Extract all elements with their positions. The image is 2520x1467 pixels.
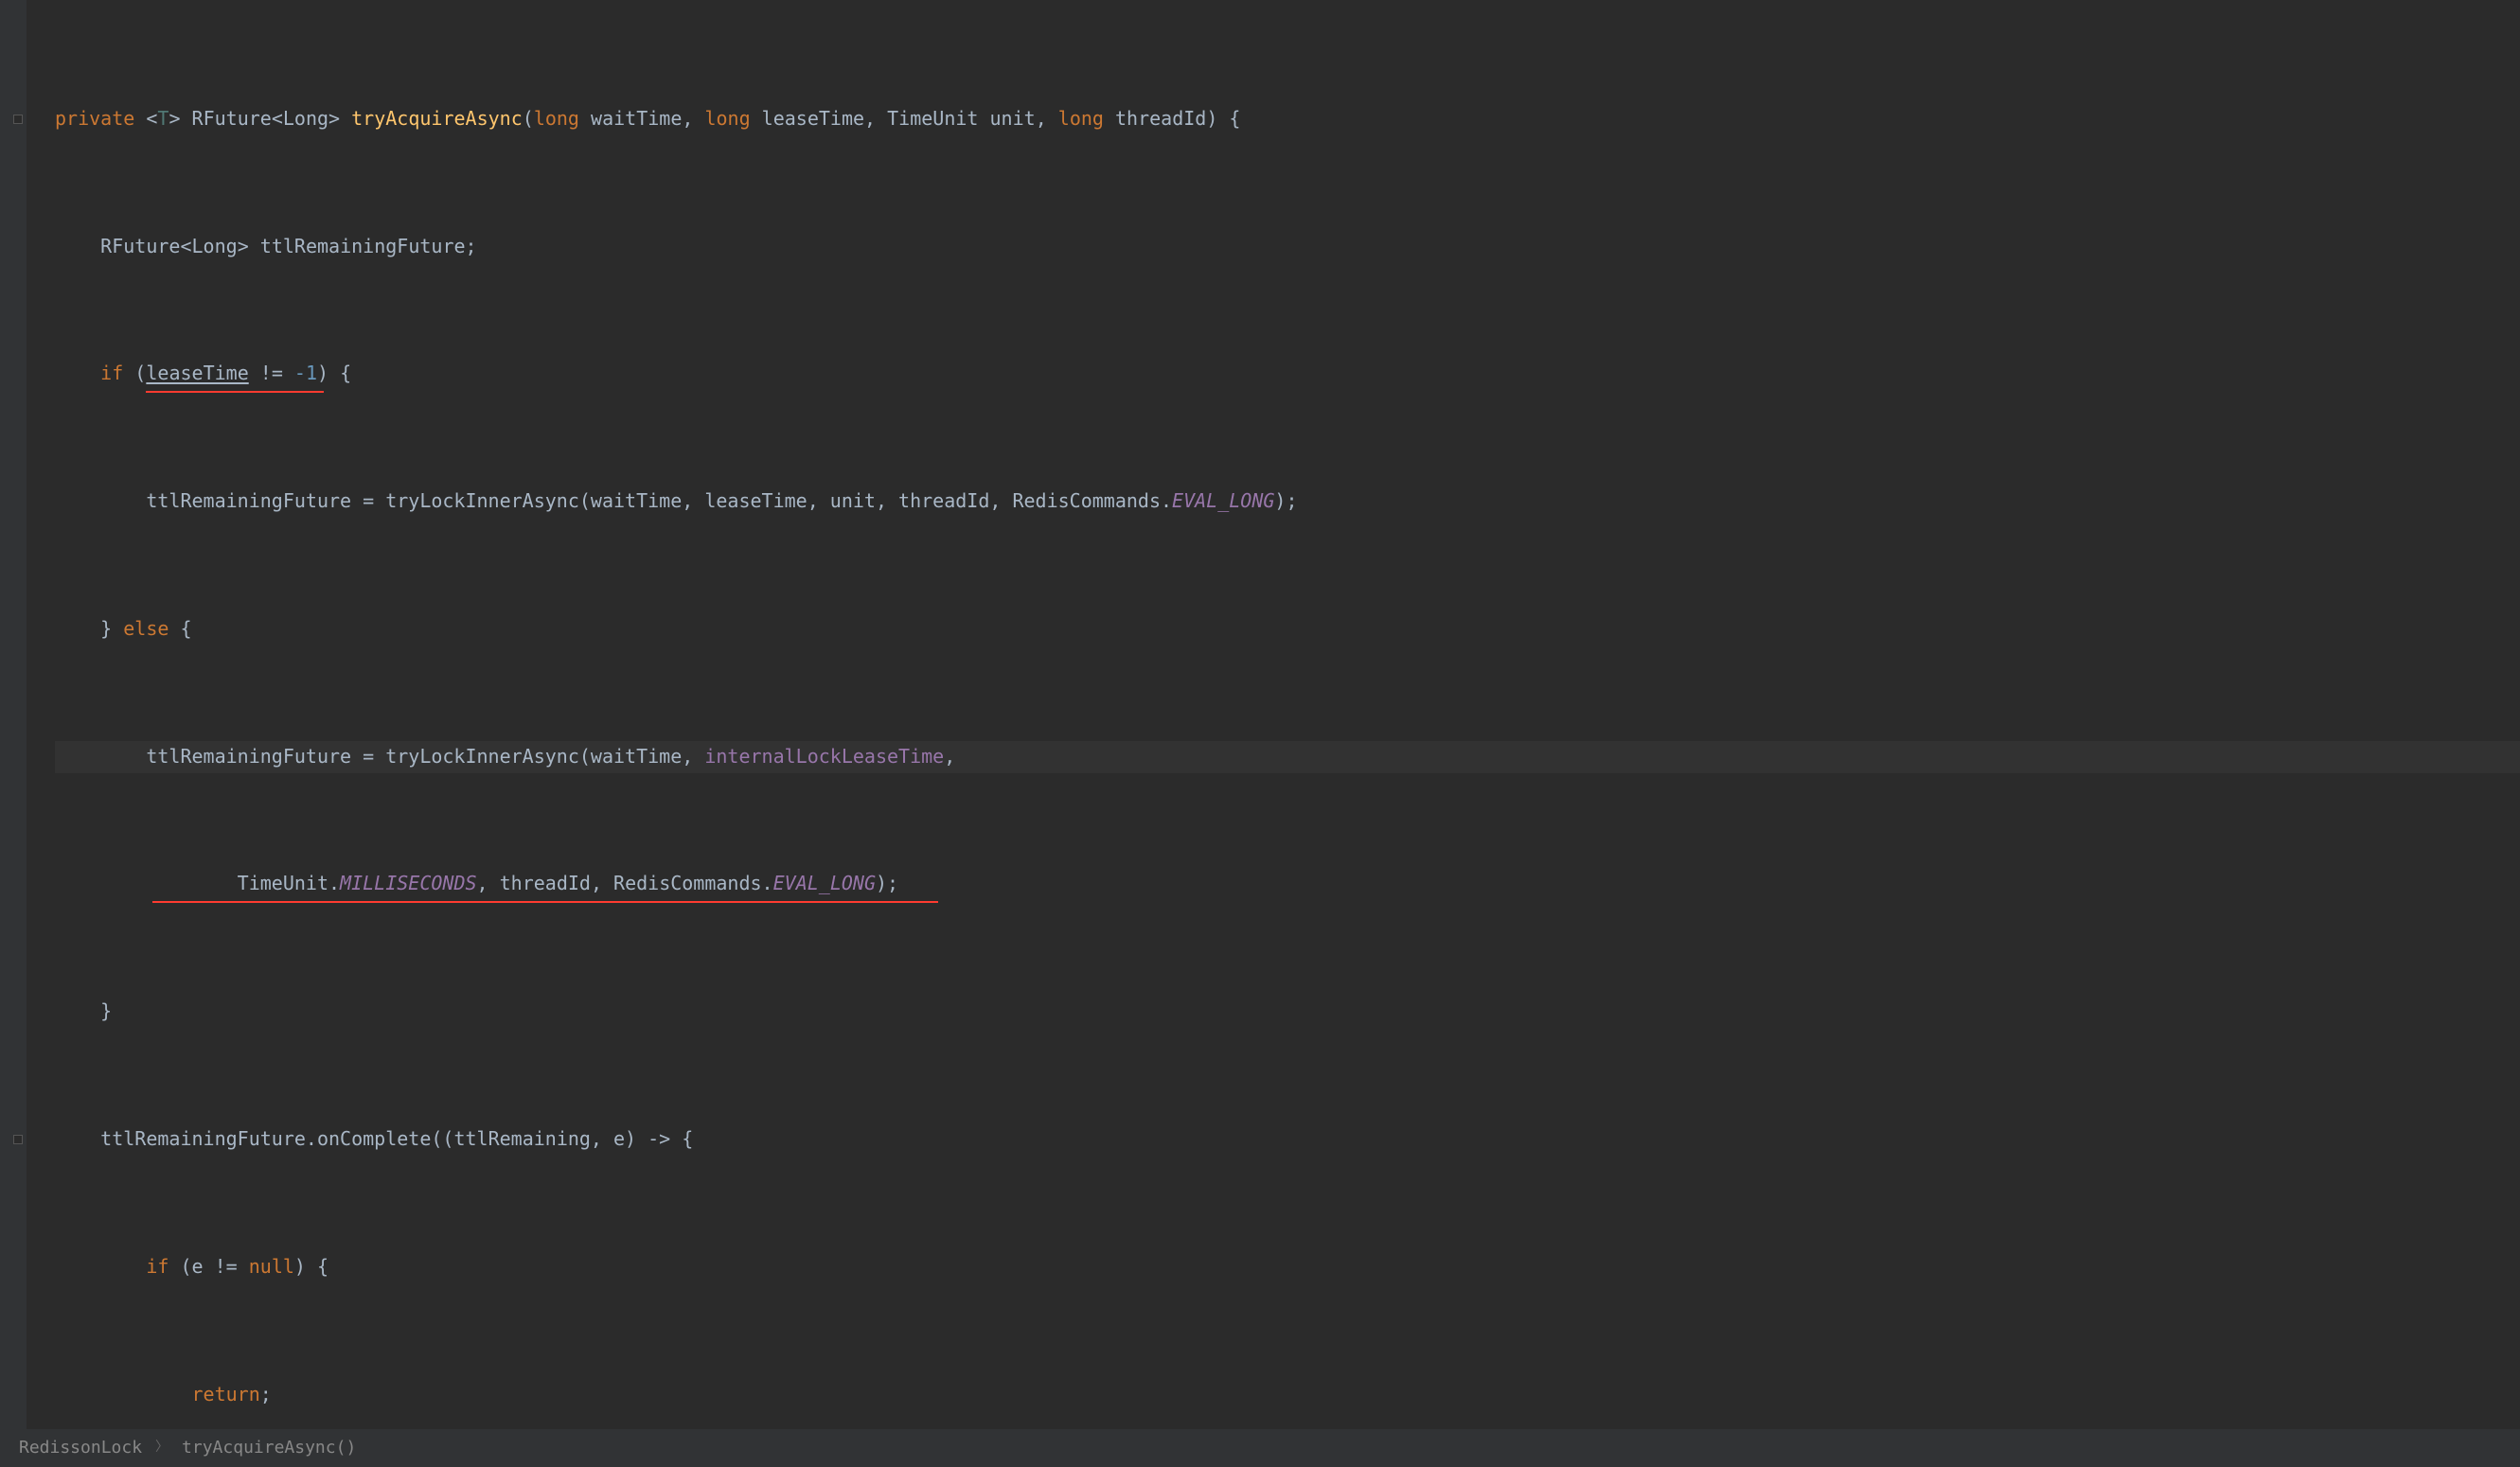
keyword: else xyxy=(123,617,169,640)
breadcrumbs[interactable]: RedissonLock 〉 tryAcquireAsync() xyxy=(0,1429,2520,1467)
code-line[interactable]: ttlRemainingFuture.onComplete((ttlRemain… xyxy=(55,1123,2520,1156)
number: -1 xyxy=(294,362,317,384)
type: TimeUnit xyxy=(887,107,978,130)
code-text: ttlRemainingFuture = tryLockInnerAsync(w… xyxy=(146,489,1172,512)
operator: != xyxy=(249,362,294,384)
code-text: ttlRemainingFuture.onComplete((ttlRemain… xyxy=(100,1127,693,1150)
chevron-right-icon: 〉 xyxy=(155,1437,169,1459)
param: unit xyxy=(990,107,1036,130)
keyword: null xyxy=(249,1255,294,1278)
code-line[interactable]: ttlRemainingFuture = tryLockInnerAsync(w… xyxy=(55,741,2520,773)
fold-marker-icon[interactable] xyxy=(13,1135,23,1144)
keyword-private: private xyxy=(55,107,134,130)
code-line[interactable]: return; xyxy=(55,1379,2520,1411)
code-text: e != xyxy=(192,1255,249,1278)
const: MILLISECONDS xyxy=(340,872,477,894)
code-line[interactable]: private <T> RFuture<Long> tryAcquireAsyn… xyxy=(55,103,2520,135)
keyword: long xyxy=(534,107,579,130)
code-line[interactable]: if (e != null) { xyxy=(55,1251,2520,1283)
param: waitTime xyxy=(591,107,682,130)
error-underline xyxy=(146,391,324,393)
code-line[interactable]: if (leaseTime != -1) { xyxy=(55,358,2520,390)
type: Long xyxy=(192,235,238,257)
code-text: , threadId, RedisCommands. xyxy=(477,872,773,894)
type: Long xyxy=(283,107,328,130)
code-line[interactable]: } xyxy=(55,996,2520,1028)
var-leaseTime: leaseTime xyxy=(146,362,248,384)
fold-marker-icon[interactable] xyxy=(13,115,23,124)
keyword: if xyxy=(100,362,123,384)
gutter xyxy=(0,0,27,1429)
code-line[interactable]: RFuture<Long> ttlRemainingFuture; xyxy=(55,231,2520,263)
breadcrumb-class[interactable]: RedissonLock xyxy=(19,1434,142,1462)
const: EVAL_LONG xyxy=(1172,489,1274,512)
code-text: TimeUnit. xyxy=(238,872,340,894)
code-line[interactable]: TimeUnit.MILLISECONDS, threadId, RedisCo… xyxy=(55,868,2520,900)
code-line[interactable]: ttlRemainingFuture = tryLockInnerAsync(w… xyxy=(55,486,2520,518)
breadcrumb-method[interactable]: tryAcquireAsync() xyxy=(182,1434,356,1462)
field: internalLockLeaseTime xyxy=(704,745,944,768)
var: ttlRemainingFuture xyxy=(260,235,466,257)
code-editor[interactable]: private <T> RFuture<Long> tryAcquireAsyn… xyxy=(0,0,2520,1429)
code-line[interactable]: } else { xyxy=(55,613,2520,645)
type: RFuture xyxy=(100,235,180,257)
const: EVAL_LONG xyxy=(773,872,876,894)
type: RFuture xyxy=(192,107,272,130)
code-text: ttlRemainingFuture = tryLockInnerAsync(w… xyxy=(146,745,704,768)
keyword: long xyxy=(704,107,750,130)
keyword: long xyxy=(1058,107,1104,130)
method-name: tryAcquireAsync xyxy=(351,107,523,130)
param: leaseTime xyxy=(762,107,864,130)
error-underline xyxy=(152,901,938,903)
generic-type: T xyxy=(157,107,169,130)
code-area[interactable]: private <T> RFuture<Long> tryAcquireAsyn… xyxy=(27,8,2520,1429)
param: threadId xyxy=(1115,107,1206,130)
keyword: if xyxy=(146,1255,169,1278)
keyword: return xyxy=(192,1383,260,1405)
